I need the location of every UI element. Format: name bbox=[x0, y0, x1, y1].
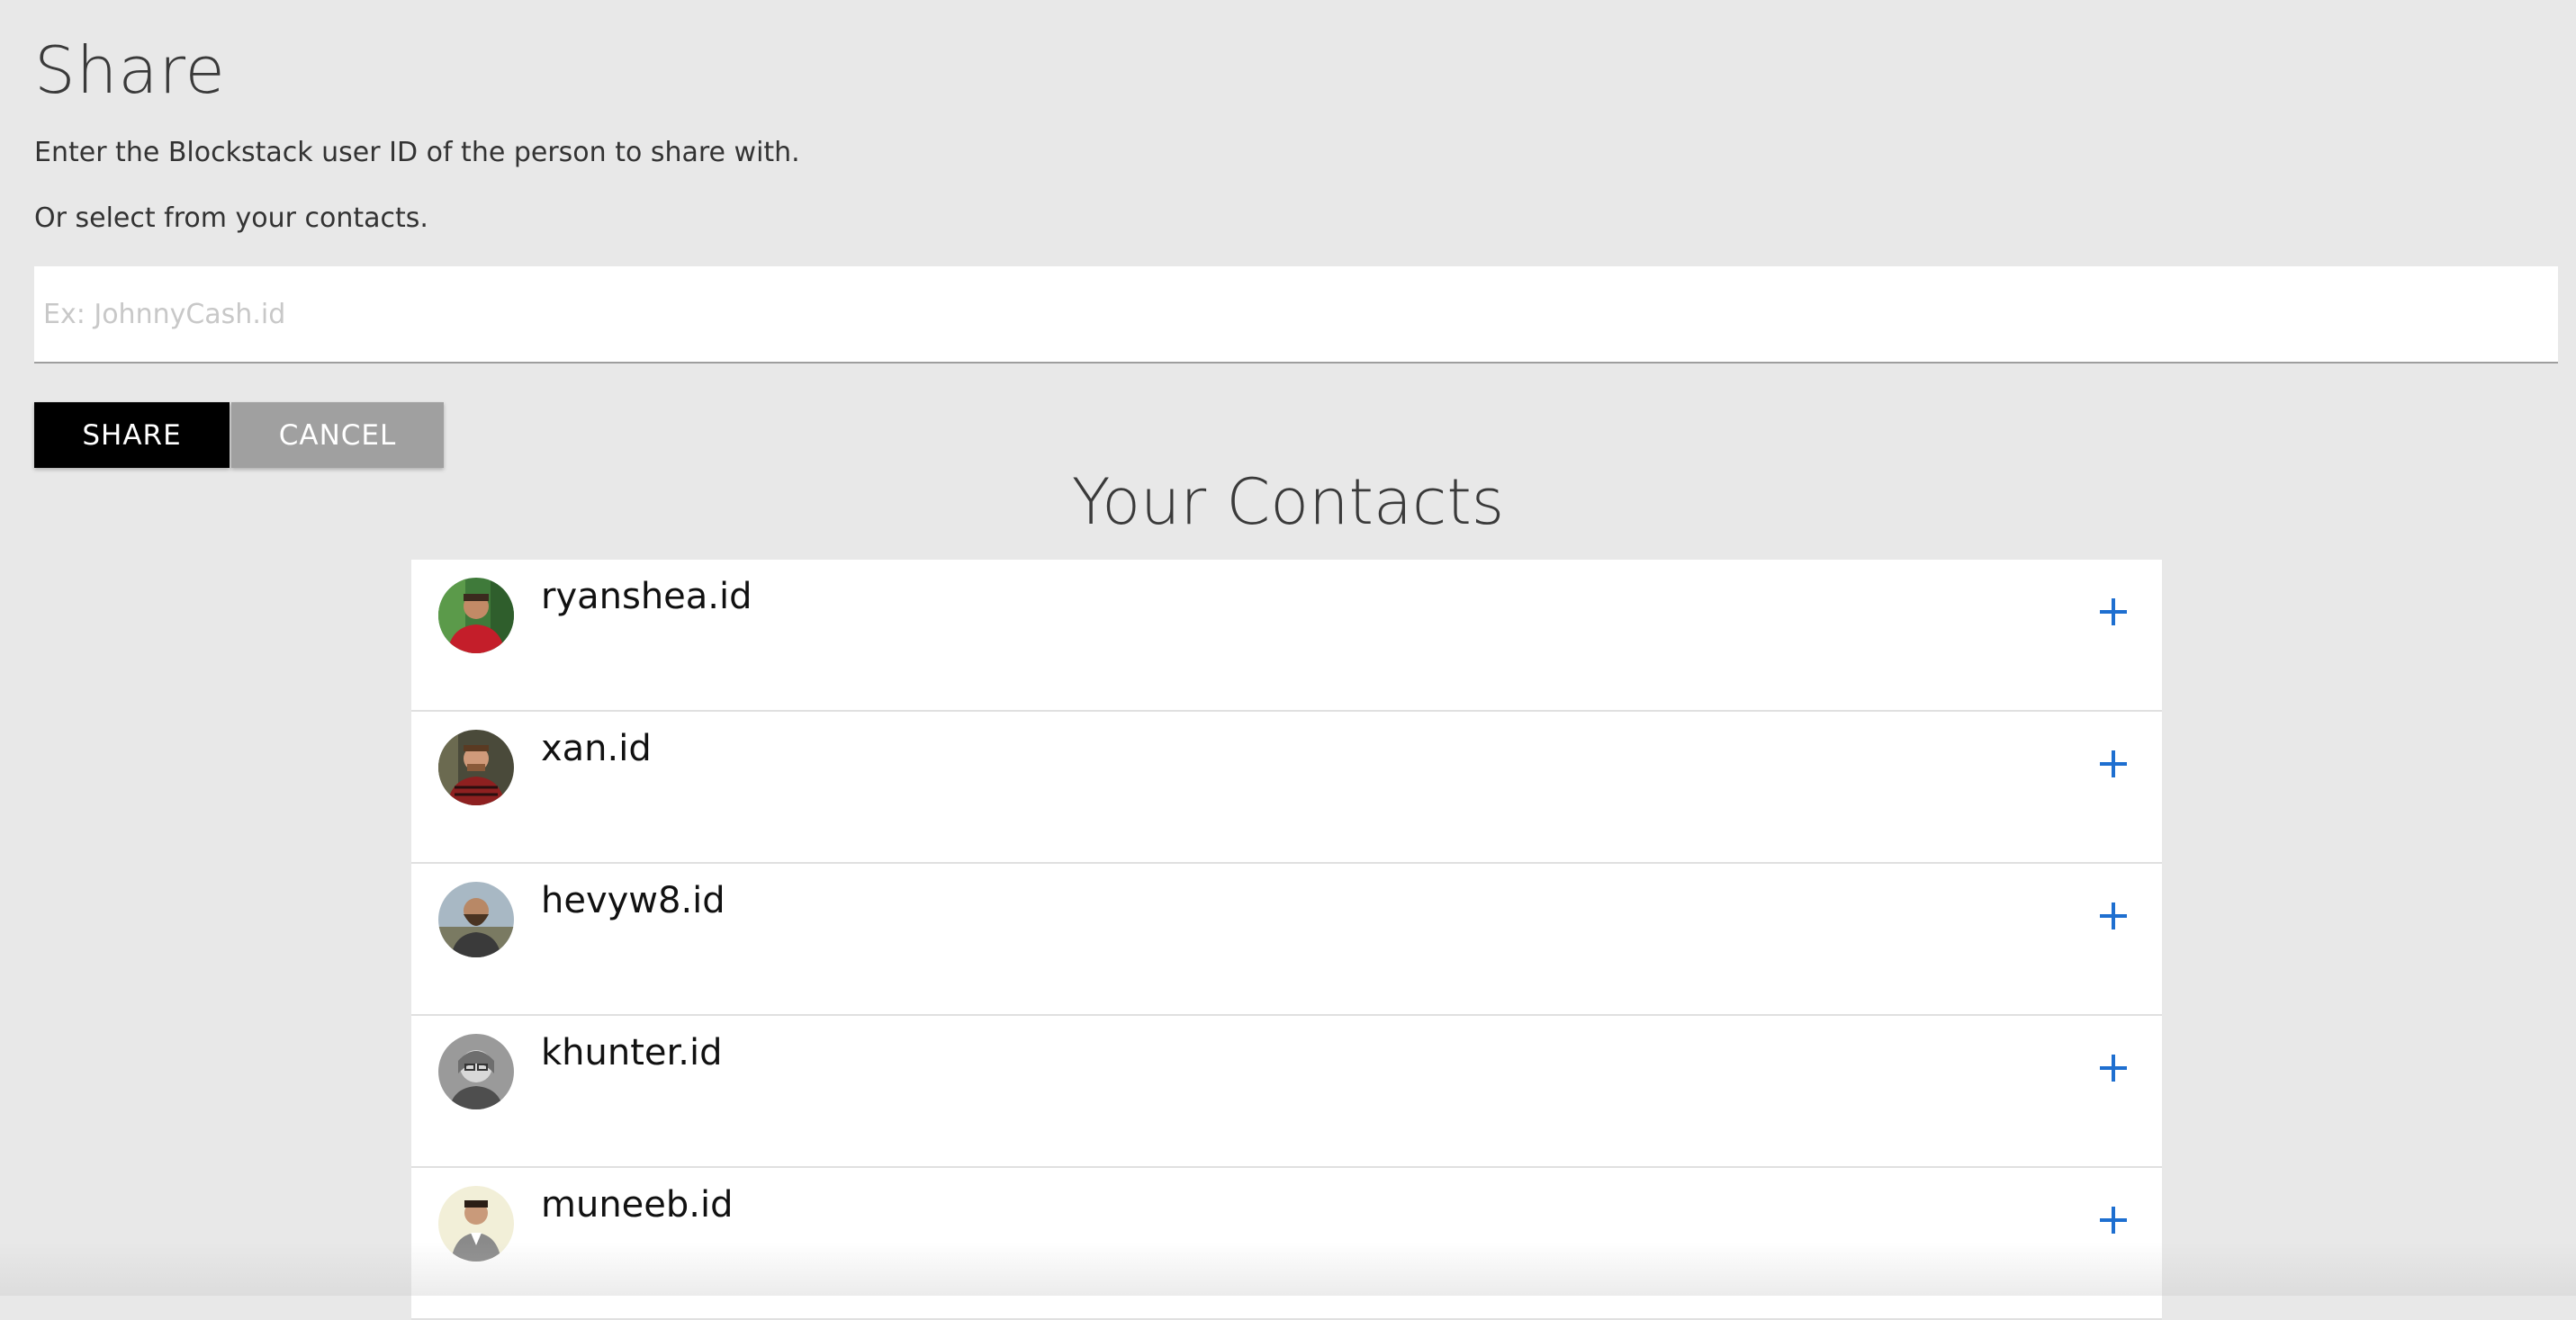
avatar bbox=[438, 1186, 514, 1262]
plus-icon bbox=[2100, 1055, 2127, 1082]
add-contact-button[interactable] bbox=[2092, 1199, 2135, 1242]
add-contact-button[interactable] bbox=[2092, 894, 2135, 938]
cancel-button[interactable]: CANCEL bbox=[231, 402, 444, 468]
avatar bbox=[438, 730, 514, 805]
contact-name: ryanshea.id bbox=[541, 576, 752, 617]
add-contact-button[interactable] bbox=[2092, 590, 2135, 633]
contact-item[interactable]: hevyw8.id bbox=[411, 864, 2162, 1016]
contact-name: hevyw8.id bbox=[541, 880, 725, 921]
avatar bbox=[438, 1034, 514, 1109]
avatar-photo-icon bbox=[438, 730, 514, 805]
contacts-heading: Your Contacts bbox=[1071, 465, 1505, 539]
plus-icon bbox=[2100, 902, 2127, 929]
contacts-hint: Or select from your contacts. bbox=[34, 202, 428, 234]
page-title: Share bbox=[34, 32, 226, 108]
plus-icon bbox=[2100, 598, 2127, 625]
share-instruction: Enter the Blockstack user ID of the pers… bbox=[34, 137, 800, 168]
avatar bbox=[438, 882, 514, 957]
avatar bbox=[438, 578, 514, 653]
add-contact-button[interactable] bbox=[2092, 1046, 2135, 1090]
avatar-photo-icon bbox=[438, 578, 514, 653]
contact-name: muneeb.id bbox=[541, 1184, 734, 1226]
contact-list: ryanshea.id xan.id hevyw8.id khunter.id … bbox=[411, 560, 2162, 1320]
share-button[interactable]: SHARE bbox=[34, 402, 230, 468]
avatar-photo-icon bbox=[438, 1186, 514, 1262]
contact-item[interactable]: khunter.id bbox=[411, 1016, 2162, 1168]
avatar-photo-icon bbox=[438, 882, 514, 957]
user-id-input[interactable] bbox=[34, 266, 2558, 364]
add-contact-button[interactable] bbox=[2092, 742, 2135, 786]
contact-name: xan.id bbox=[541, 728, 652, 769]
contact-name: khunter.id bbox=[541, 1032, 723, 1073]
contact-item[interactable]: xan.id bbox=[411, 712, 2162, 864]
contact-item[interactable]: muneeb.id bbox=[411, 1168, 2162, 1320]
avatar-photo-icon bbox=[438, 1034, 514, 1109]
contact-item[interactable]: ryanshea.id bbox=[411, 560, 2162, 712]
share-page: Share Enter the Blockstack user ID of th… bbox=[0, 0, 2576, 1320]
plus-icon bbox=[2100, 750, 2127, 777]
plus-icon bbox=[2100, 1207, 2127, 1234]
